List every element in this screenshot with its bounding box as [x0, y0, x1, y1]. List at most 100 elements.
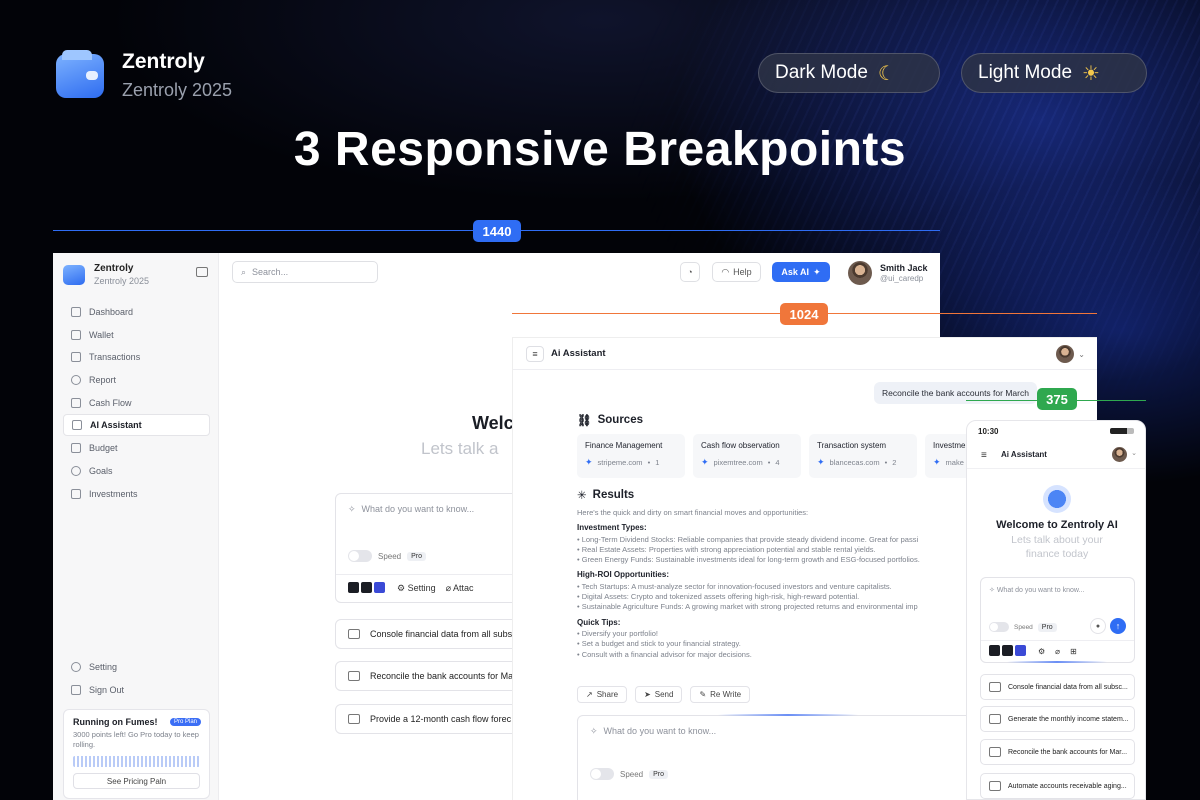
sidebar-item-investments[interactable]: Investments — [63, 483, 210, 505]
see-pricing-button[interactable]: See Pricing Paln — [73, 773, 200, 789]
headset-icon: ◠ — [721, 266, 730, 277]
share-button[interactable]: ↗ Share — [577, 686, 628, 703]
page-title: Ai Assistant — [1001, 450, 1047, 459]
sliders-icon: ⚙ — [397, 583, 408, 593]
sparkle-icon: ✧ — [348, 504, 356, 514]
user-profile[interactable]: Smith Jack @ui_caredp — [848, 261, 928, 285]
sidebar-item-dashboard[interactable]: Dashboard — [63, 301, 210, 323]
suggestion-text: Reconcile the bank accounts for Ma — [370, 671, 514, 681]
model-openai-icon — [1002, 645, 1013, 656]
menu-icon[interactable]: ≡ — [526, 346, 544, 362]
prompt-input[interactable]: ✧ What do you want to know... — [348, 504, 474, 515]
speed-toggle[interactable] — [348, 550, 372, 562]
prompt-input[interactable]: ✧ What do you want to know... — [989, 586, 1084, 594]
quick-tips-heading: Quick Tips: — [577, 617, 621, 627]
suggestion-text: Generate the monthly income statem... — [1008, 715, 1129, 723]
send-button[interactable]: ➤ Send — [635, 686, 683, 703]
dark-mode-button[interactable]: Dark Mode ☾ — [758, 53, 940, 93]
light-mode-button[interactable]: Light Mode ☀ — [961, 53, 1147, 93]
list-item-text: Real Estate Assets: Properties with stro… — [581, 544, 876, 554]
avatar[interactable] — [1112, 447, 1127, 462]
sidebar-item-report[interactable]: Report — [63, 369, 210, 391]
speed-control: Speed Pro — [989, 622, 1057, 632]
ask-ai-label: Ask AI — [781, 267, 810, 277]
send-arrow-icon[interactable]: ↑ — [1110, 618, 1126, 634]
promo-card: Running on Fumes! Pro Plan 3000 points l… — [63, 709, 210, 799]
list-item-text: Tech Startups: A must-analyze sector for… — [581, 581, 892, 591]
results-heading: ✳ Results — [577, 488, 634, 502]
help-button[interactable]: ◠ Help — [712, 262, 761, 282]
page-title: Ai Assistant — [551, 348, 606, 359]
sidebar-item-label: Report — [89, 375, 117, 386]
topbar: ⌕ Search... ◔ ◠ Help Ask AI ✦ Smith Jack @… — [220, 253, 940, 291]
source-card[interactable]: Cash flow observation ✦ pixemtree.com • 4 — [693, 434, 801, 478]
model-selector[interactable] — [989, 645, 1028, 658]
list-item: • Consult with a financial advisor for m… — [577, 649, 752, 659]
sidebar-item-ai-assistant[interactable]: AI Assistant — [63, 414, 210, 437]
user-name: Smith Jack — [880, 263, 928, 273]
prompt-input[interactable]: ✧ What do you want to know... — [590, 726, 716, 737]
target-icon — [71, 465, 81, 476]
link-icon[interactable]: ⌀ — [1055, 647, 1060, 656]
sidebar-item-label: Transactions — [89, 352, 141, 363]
sidebar-item-label: Dashboard — [89, 307, 134, 317]
list-item: • Set a budget and stick to your financi… — [577, 639, 741, 649]
speed-label: Speed — [620, 769, 644, 779]
sliders-icon[interactable]: ⚙ — [1038, 647, 1045, 656]
sidebar-item-cash-flow[interactable]: Cash Flow — [63, 392, 210, 414]
setting-label: Setting — [407, 583, 436, 593]
source-title: Cash flow observation — [701, 441, 780, 450]
prompt-placeholder: What do you want to know... — [361, 504, 475, 514]
suggestion-card[interactable]: Console financial data from all subsc... — [980, 674, 1135, 700]
bell-icon[interactable]: ◔ — [680, 262, 700, 282]
pro-badge: Pro — [1037, 622, 1057, 632]
search-placeholder: Search... — [252, 267, 289, 277]
speed-toggle[interactable] — [590, 768, 614, 780]
menu-icon[interactable]: ≡ — [981, 450, 987, 461]
prompt-toolbar: ⚙ ⌀ ⊞ — [981, 640, 1134, 662]
list-item-text: Set a budget and stick to your financial… — [581, 639, 741, 649]
model-selector[interactable] — [348, 582, 387, 595]
attach-label: Attac — [453, 583, 474, 593]
chevron-down-icon[interactable]: ⌄ — [1131, 449, 1137, 457]
breakpoint-1024-tag: 1024 — [780, 303, 828, 325]
send-icon: ➤ — [644, 690, 651, 699]
source-card[interactable]: Finance Management ✦ stripeme.com • 1 — [577, 434, 685, 478]
grid-icon[interactable]: ⊞ — [1070, 647, 1077, 656]
card-icon — [71, 352, 81, 363]
sidebar-item-setting[interactable]: Setting — [63, 656, 210, 678]
suggestion-card[interactable]: Automate accounts receivable aging... — [980, 773, 1135, 799]
sparkle-icon: ✦ — [701, 457, 709, 467]
sparkle-icon: ✧ — [989, 587, 997, 594]
user-menu[interactable]: ⌄ — [1056, 345, 1085, 363]
rewrite-button[interactable]: ✎ Re Write — [690, 686, 751, 703]
list-item: • Long-Term Dividend Stocks: Reliable co… — [577, 534, 919, 544]
wallet-logo-icon — [56, 49, 104, 98]
source-domain: blancecas.com — [829, 458, 880, 467]
source-card[interactable]: Transaction system ✦ blancecas.com • 2 — [809, 434, 917, 478]
sidebar-item-sign-out[interactable]: Sign Out — [63, 679, 210, 701]
search-input[interactable]: ⌕ Search... — [232, 261, 378, 283]
light-mode-label: Light Mode — [978, 62, 1073, 83]
receipt-icon — [989, 781, 1001, 791]
setting-button[interactable]: ⚙ Setting — [397, 583, 436, 594]
sidebar-toggle-icon[interactable] — [196, 267, 208, 277]
ask-ai-button[interactable]: Ask AI ✦ — [772, 262, 830, 282]
model-openai-icon — [361, 582, 372, 593]
source-domain: stripeme.com — [597, 458, 643, 467]
sidebar-item-transactions[interactable]: Transactions — [63, 346, 210, 368]
suggestion-card[interactable]: Generate the monthly income statem... — [980, 706, 1135, 732]
sidebar-item-budget[interactable]: Budget — [63, 437, 210, 459]
sidebar-item-wallet[interactable]: Wallet — [63, 324, 210, 346]
promo-text: 3000 points left! Go Pro today to keep r… — [73, 730, 199, 749]
suggestion-card[interactable]: Reconcile the bank accounts for Mar... — [980, 739, 1135, 765]
speed-toggle[interactable] — [989, 622, 1009, 632]
model-gemini-icon — [1015, 645, 1026, 656]
suggestion-text: Console financial data from all subs — [370, 629, 513, 639]
sidebar-item-goals[interactable]: Goals — [63, 460, 210, 482]
sidebar-item-label: Setting — [89, 662, 118, 672]
list-item-text: Long-Term Dividend Stocks: Reliable comp… — [581, 534, 919, 544]
attach-button[interactable]: ⌀ Attac — [446, 583, 474, 594]
microphone-icon[interactable]: ● — [1090, 618, 1106, 634]
sidebar-brand-name: Zentroly — [94, 263, 134, 274]
